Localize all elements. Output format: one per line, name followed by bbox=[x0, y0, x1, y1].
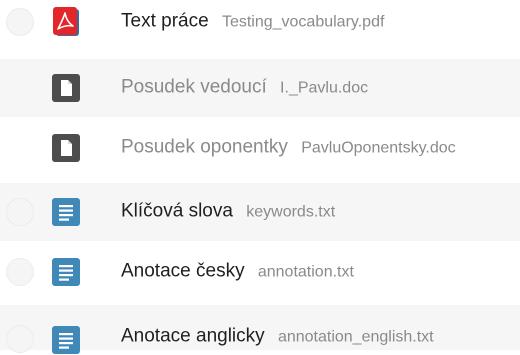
file-title: Posudek vedoucí bbox=[121, 76, 267, 98]
file-title[interactable]: Klíčová slova bbox=[121, 201, 233, 222]
pdf-icon bbox=[52, 7, 80, 37]
file-name[interactable]: annotation_english.txt bbox=[278, 329, 434, 346]
file-name[interactable]: keywords.txt bbox=[246, 204, 335, 221]
file-label[interactable]: Anotace česky annotation.txt bbox=[121, 260, 354, 285]
file-title[interactable]: Text práce bbox=[121, 11, 209, 32]
document-icon bbox=[52, 133, 80, 163]
select-radio[interactable] bbox=[6, 325, 34, 353]
text-file-icon bbox=[52, 257, 80, 287]
file-title: Posudek oponentky bbox=[121, 136, 288, 158]
file-label[interactable]: Posudek vedoucí I._Pavlu.doc bbox=[121, 76, 368, 101]
select-radio[interactable] bbox=[6, 198, 34, 226]
file-title[interactable]: Anotace anglicky bbox=[121, 326, 265, 347]
file-name: I._Pavlu.doc bbox=[280, 79, 369, 97]
file-title[interactable]: Anotace česky bbox=[121, 261, 245, 282]
text-file-icon bbox=[52, 325, 80, 355]
select-radio[interactable] bbox=[6, 8, 34, 36]
file-label[interactable]: Text práce Testing_vocabulary.pdf bbox=[121, 10, 384, 35]
document-icon bbox=[52, 73, 80, 103]
text-file-icon bbox=[52, 197, 80, 227]
file-label[interactable]: Klíčová slova keywords.txt bbox=[121, 200, 335, 225]
select-radio[interactable] bbox=[6, 258, 34, 286]
file-list: Text práce Testing_vocabulary.pdf Posude… bbox=[0, 0, 520, 354]
file-row-anotace-cesky[interactable]: Anotace česky annotation.txt bbox=[0, 243, 520, 301]
file-name[interactable]: annotation.txt bbox=[258, 264, 354, 281]
file-row-posudek-vedouci[interactable]: Posudek vedoucí I._Pavlu.doc bbox=[0, 59, 520, 117]
file-row-klicova-slova[interactable]: Klíčová slova keywords.txt bbox=[0, 183, 520, 241]
file-label[interactable]: Posudek oponentky PavluOponentsky.doc bbox=[121, 136, 456, 161]
file-label[interactable]: Anotace anglicky annotation_english.txt bbox=[121, 325, 434, 350]
file-row-anotace-anglicky[interactable]: Anotace anglicky annotation_english.txt bbox=[0, 305, 520, 354]
file-name[interactable]: Testing_vocabulary.pdf bbox=[222, 14, 384, 31]
file-row-posudek-oponentky[interactable]: Posudek oponentky PavluOponentsky.doc bbox=[0, 119, 520, 177]
file-name: PavluOponentsky.doc bbox=[301, 139, 456, 157]
file-row-text-prace[interactable]: Text práce Testing_vocabulary.pdf bbox=[0, 0, 520, 51]
